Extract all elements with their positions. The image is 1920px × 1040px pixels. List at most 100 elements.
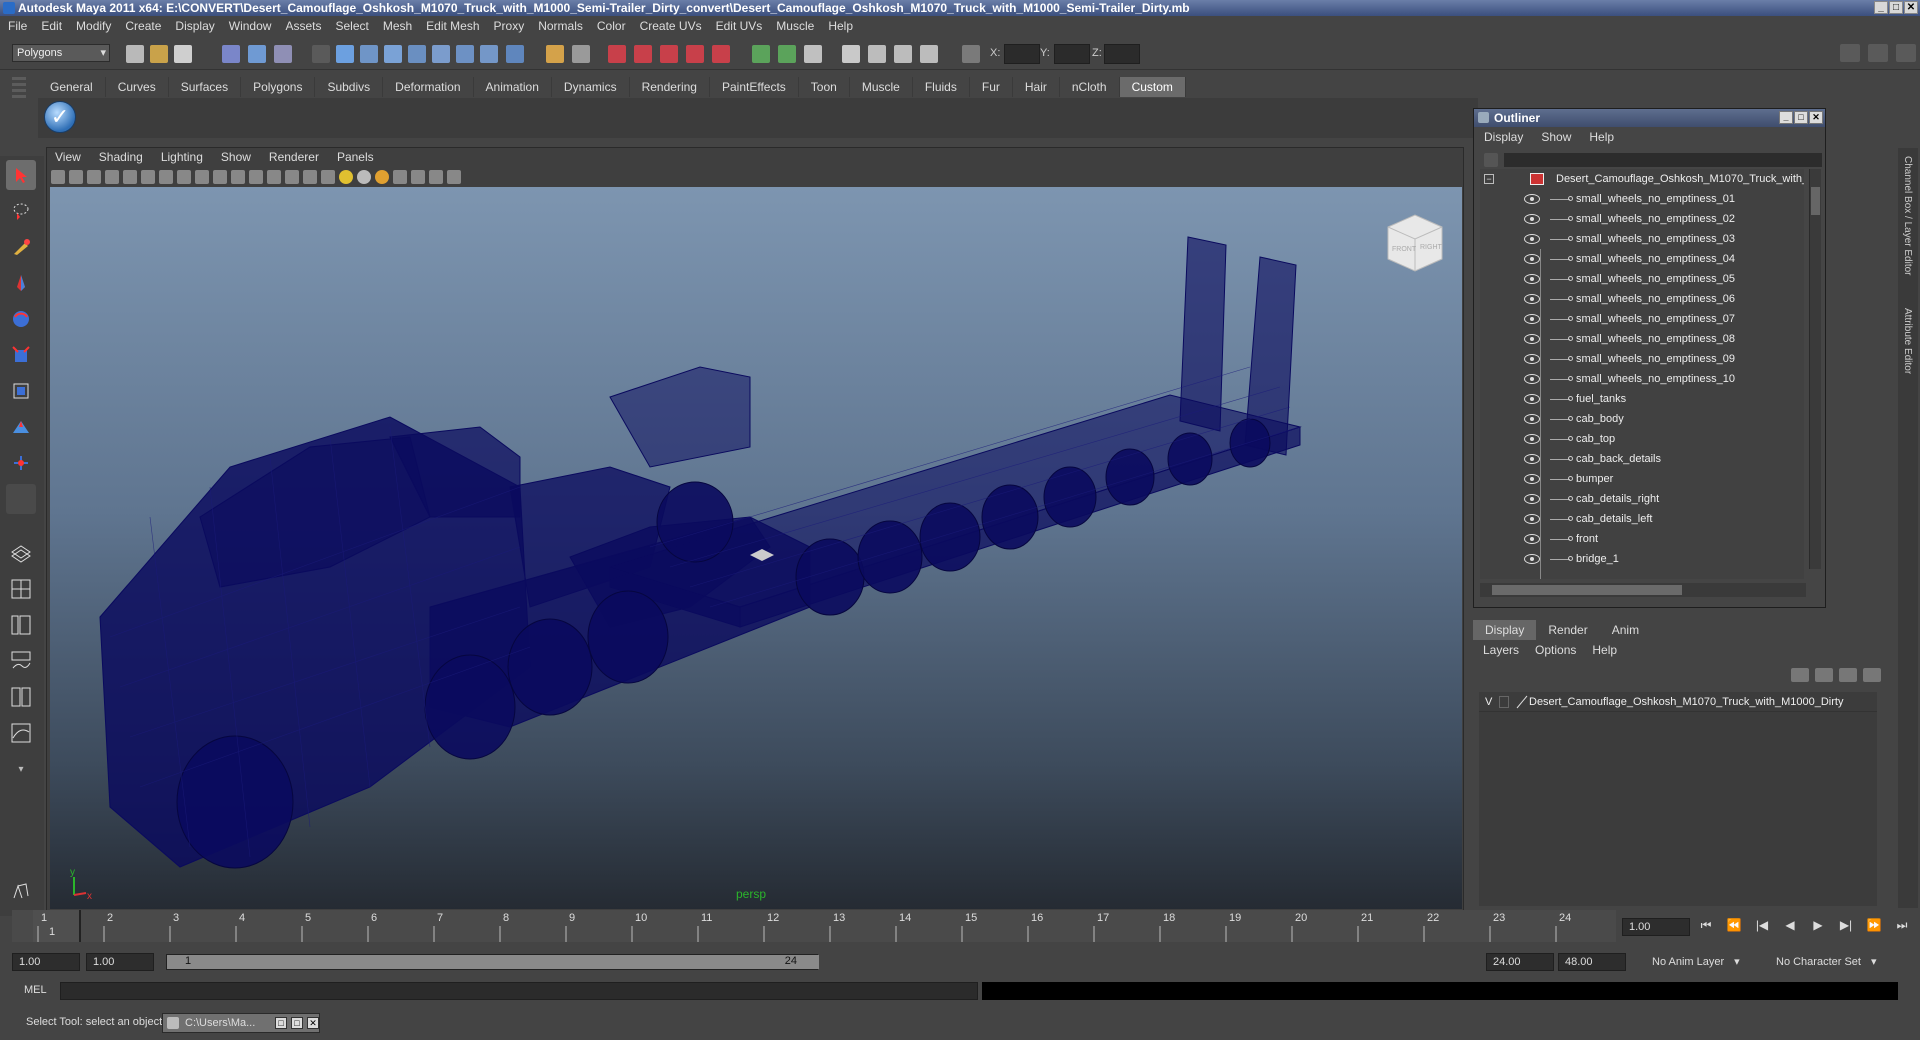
shelf-tab-rendering[interactable]: Rendering xyxy=(630,77,710,97)
hypershade-layout-icon[interactable] xyxy=(6,682,36,712)
y-field[interactable] xyxy=(1054,44,1090,64)
scale-tool-icon[interactable] xyxy=(6,340,36,370)
panel-menu-panels[interactable]: Panels xyxy=(337,150,374,164)
outliner-menu-help[interactable]: Help xyxy=(1589,130,1614,144)
outliner-item[interactable]: cab_back_details xyxy=(1480,449,1804,469)
scroll-thumb[interactable] xyxy=(1492,585,1682,595)
layer-visibility-toggle[interactable]: V xyxy=(1485,692,1492,712)
universal-manipulator-icon[interactable] xyxy=(6,376,36,406)
single-perspective-layout-icon[interactable] xyxy=(6,538,36,568)
outliner-item[interactable]: small_wheels_no_emptiness_09 xyxy=(1480,349,1804,369)
shelf-tab-fluids[interactable]: Fluids xyxy=(913,77,970,97)
render-current-frame-icon[interactable] xyxy=(868,45,886,63)
menu-edit-mesh[interactable]: Edit Mesh xyxy=(426,19,479,33)
character-set-dropdown[interactable]: No Character Set xyxy=(1770,953,1894,971)
shelf-tab-fur[interactable]: Fur xyxy=(970,77,1013,97)
menu-mesh[interactable]: Mesh xyxy=(383,19,412,33)
menu-edit-uvs[interactable]: Edit UVs xyxy=(716,19,763,33)
gate-mask-icon[interactable] xyxy=(177,170,191,184)
menu-display[interactable]: Display xyxy=(175,19,214,33)
collapse-icon[interactable]: − xyxy=(1484,174,1494,184)
layout-more-icon[interactable]: ▾ xyxy=(6,754,36,784)
outliner-item[interactable]: small_wheels_no_emptiness_03 xyxy=(1480,229,1804,249)
input-ops-icon[interactable] xyxy=(752,45,770,63)
film-gate-icon[interactable] xyxy=(141,170,155,184)
shelf-tab-general[interactable]: General xyxy=(38,77,106,97)
select-curves-icon[interactable] xyxy=(384,45,402,63)
layer-menu-options[interactable]: Options xyxy=(1535,643,1576,657)
menu-color[interactable]: Color xyxy=(597,19,626,33)
outliner-minimize-button[interactable]: _ xyxy=(1779,111,1793,124)
select-rendering-icon[interactable] xyxy=(480,45,498,63)
outliner-item[interactable]: cab_top xyxy=(1480,429,1804,449)
maximize-button[interactable]: □ xyxy=(1889,1,1903,14)
outliner-item[interactable]: small_wheels_no_emptiness_05 xyxy=(1480,269,1804,289)
open-scene-icon[interactable] xyxy=(150,45,168,63)
step-back-frame-button[interactable]: |◀ xyxy=(1752,918,1772,936)
hud-icon[interactable] xyxy=(447,170,461,184)
playback-end-field[interactable]: 24.00 xyxy=(1486,953,1554,971)
snap-point-icon[interactable] xyxy=(660,45,678,63)
outliner-item[interactable]: small_wheels_no_emptiness_10 xyxy=(1480,369,1804,389)
attribute-editor-toggle-icon[interactable] xyxy=(1896,44,1916,62)
select-joints-icon[interactable] xyxy=(360,45,378,63)
render-view-icon[interactable] xyxy=(842,45,860,63)
xray-icon[interactable] xyxy=(303,170,317,184)
safe-action-icon[interactable] xyxy=(213,170,227,184)
menu-proxy[interactable]: Proxy xyxy=(494,19,525,33)
layer-menu-layers[interactable]: Layers xyxy=(1483,643,1519,657)
select-component-icon[interactable] xyxy=(274,45,292,63)
new-scene-icon[interactable] xyxy=(126,45,144,63)
smooth-shade-icon[interactable] xyxy=(267,170,281,184)
hotbox-icon[interactable] xyxy=(6,876,36,906)
animation-start-field[interactable]: 1.00 xyxy=(12,953,80,971)
playback-start-field[interactable]: 1.00 xyxy=(86,953,154,971)
camera-attributes-icon[interactable] xyxy=(69,170,83,184)
shelf-tab-hair[interactable]: Hair xyxy=(1013,77,1060,97)
step-back-key-button[interactable]: ⏪ xyxy=(1724,918,1744,936)
select-handles-icon[interactable] xyxy=(336,45,354,63)
menu-select[interactable]: Select xyxy=(335,19,368,33)
outliner-item[interactable]: small_wheels_no_emptiness_06 xyxy=(1480,289,1804,309)
graph-editor-layout-icon[interactable] xyxy=(6,718,36,748)
step-forward-frame-button[interactable]: ▶| xyxy=(1836,918,1856,936)
go-to-end-button[interactable]: ⏭ xyxy=(1892,918,1912,936)
wireframe-icon[interactable] xyxy=(249,170,263,184)
menu-help[interactable]: Help xyxy=(828,19,853,33)
select-surfaces-icon[interactable] xyxy=(408,45,426,63)
shelf-tab-curves[interactable]: Curves xyxy=(106,77,169,97)
select-misc-icon[interactable] xyxy=(506,45,524,63)
outliner-maximize-button[interactable]: □ xyxy=(1794,111,1808,124)
outliner-item[interactable]: small_wheels_no_emptiness_07 xyxy=(1480,309,1804,329)
isolate-select-icon[interactable] xyxy=(393,170,407,184)
shelf-tab-muscle[interactable]: Muscle xyxy=(850,77,913,97)
current-frame-field[interactable]: 1.00 xyxy=(1622,918,1690,936)
layer-menu-help[interactable]: Help xyxy=(1592,643,1617,657)
view-cube[interactable]: FRONT RIGHT xyxy=(1380,207,1450,277)
shelf-grip[interactable] xyxy=(12,77,26,137)
menu-create-uvs[interactable]: Create UVs xyxy=(640,19,702,33)
lasso-tool-icon[interactable] xyxy=(6,196,36,226)
step-forward-key-button[interactable]: ⏩ xyxy=(1864,918,1884,936)
xray-joints-icon[interactable] xyxy=(411,170,425,184)
menu-muscle[interactable]: Muscle xyxy=(776,19,814,33)
textured-icon[interactable] xyxy=(321,170,335,184)
minimized-window-button[interactable]: C:\Users\Ma... □ □ ✕ xyxy=(162,1013,320,1033)
default-light-icon[interactable] xyxy=(339,170,353,184)
layer-playback-toggle[interactable] xyxy=(1499,696,1509,708)
outliner-item[interactable]: small_wheels_no_emptiness_04 xyxy=(1480,249,1804,269)
toggle-panel-icon[interactable] xyxy=(1840,44,1860,62)
select-dynamics-icon[interactable] xyxy=(456,45,474,63)
xray-active-icon[interactable] xyxy=(429,170,443,184)
outliner-item[interactable]: fuel_tanks xyxy=(1480,389,1804,409)
output-ops-icon[interactable] xyxy=(778,45,796,63)
four-view-layout-icon[interactable] xyxy=(6,574,36,604)
move-tool-icon[interactable] xyxy=(6,268,36,298)
paint-select-tool-icon[interactable] xyxy=(6,232,36,262)
close-button[interactable]: ✕ xyxy=(1904,1,1918,14)
shelf-tab-animation[interactable]: Animation xyxy=(474,77,552,97)
ipr-render-icon[interactable] xyxy=(894,45,912,63)
graph-persp-layout-icon[interactable] xyxy=(6,646,36,676)
attribute-editor-tab[interactable]: Attribute Editor xyxy=(1902,308,1913,374)
outliner-item[interactable]: small_wheels_no_emptiness_01 xyxy=(1480,189,1804,209)
